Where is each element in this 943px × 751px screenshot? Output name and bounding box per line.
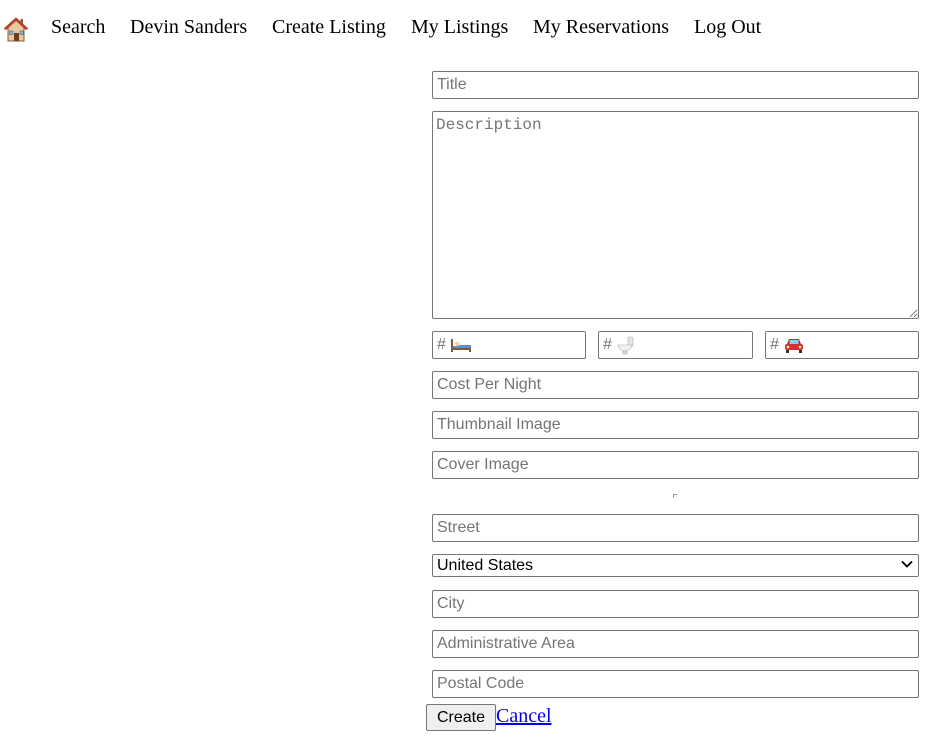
bedrooms-hash: # <box>437 336 446 353</box>
toilet-icon <box>617 336 634 355</box>
title-input[interactable] <box>432 71 919 99</box>
top-nav: Search Devin Sanders Create Listing My L… <box>0 0 943 56</box>
house-icon <box>3 17 29 42</box>
nav-search[interactable]: Search <box>51 15 105 39</box>
bedrooms-count-input[interactable]: # <box>432 331 586 359</box>
bathrooms-hash: # <box>603 336 612 353</box>
parking-count-input[interactable]: # <box>765 331 919 359</box>
thumbnail-image-input[interactable] <box>432 411 919 439</box>
cover-image-preview <box>673 494 677 498</box>
parking-hash: # <box>770 336 779 353</box>
nav-my-listings[interactable]: My Listings <box>411 15 508 39</box>
cost-per-night-input[interactable] <box>432 371 919 399</box>
country-select[interactable]: United States <box>432 554 919 577</box>
create-button[interactable]: Create <box>426 704 496 731</box>
bathrooms-count-input[interactable]: # <box>598 331 753 359</box>
nav-user-name[interactable]: Devin Sanders <box>130 15 247 39</box>
administrative-area-input[interactable] <box>432 630 919 658</box>
nav-create-listing[interactable]: Create Listing <box>272 15 386 39</box>
postal-code-input[interactable] <box>432 670 919 698</box>
nav-log-out[interactable]: Log Out <box>694 15 761 39</box>
bed-icon <box>450 339 471 352</box>
description-textarea[interactable] <box>432 111 919 319</box>
nav-my-reservations[interactable]: My Reservations <box>533 15 669 39</box>
home-link[interactable] <box>3 15 29 43</box>
cover-image-input[interactable] <box>432 451 919 479</box>
street-input[interactable] <box>432 514 919 542</box>
cancel-link[interactable]: Cancel <box>496 704 552 728</box>
car-icon <box>784 339 803 353</box>
city-input[interactable] <box>432 590 919 618</box>
